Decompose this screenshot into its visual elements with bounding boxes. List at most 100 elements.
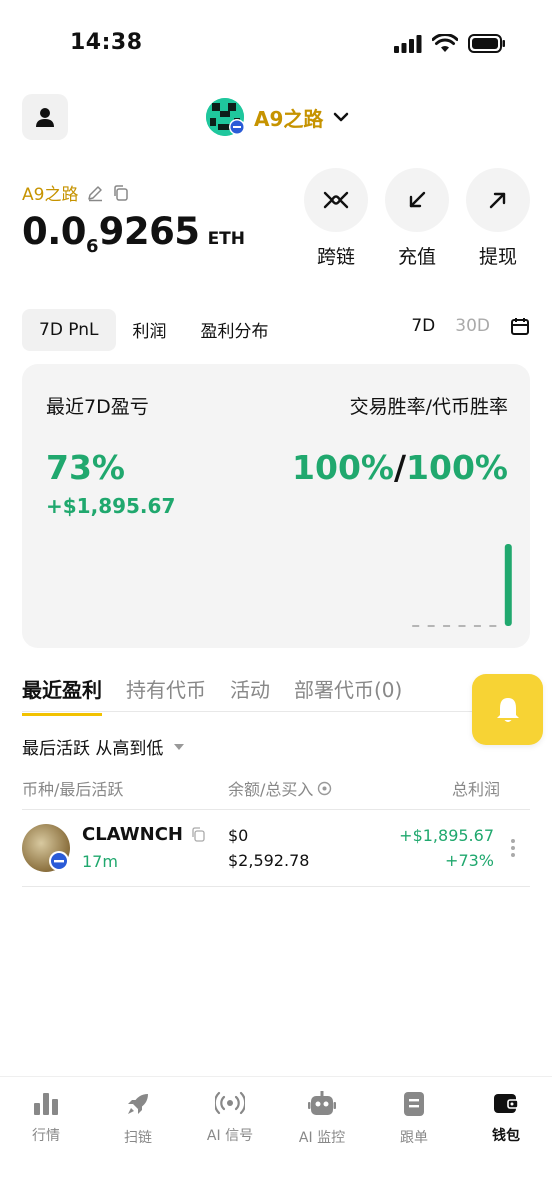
pnl-stats-card: 最近7D盈亏 交易胜率/代币胜率 73% +$1,895.67 100%/100… (22, 364, 530, 648)
column-headers: 币种/最后活跃 余额/总买入 总利润 (22, 776, 500, 800)
nav-ai-monitor[interactable]: AI 监控 (276, 1091, 368, 1147)
rocket-icon (128, 1094, 148, 1114)
nav-copy-trade[interactable]: 跟单 (368, 1091, 460, 1147)
bridge-button-circle (304, 168, 368, 232)
pnl-bar-zero (443, 625, 451, 627)
more-vertical-icon[interactable] (510, 838, 516, 858)
tab-activity[interactable]: 活动 (230, 674, 270, 716)
bridge-icon (323, 191, 349, 209)
pnl-usd: +$1,895.67 (46, 494, 176, 518)
profile-button[interactable] (22, 94, 68, 140)
nav-ai-monitor-label: AI 监控 (298, 1130, 346, 1146)
col-balance-header[interactable]: 余额/总买入 (228, 776, 332, 800)
balance-display: 0.0 6 9265 ETH (22, 210, 245, 257)
withdraw-button[interactable]: 提现 (466, 168, 530, 269)
tab-recent-profit[interactable]: 最近盈利 (22, 674, 102, 716)
tab-7d-pnl[interactable]: 7D PnL (22, 308, 116, 351)
bridge-label: 跨链 (316, 246, 355, 268)
nav-copy-trade-label: 跟单 (400, 1130, 428, 1146)
balance-zero-count: 6 (86, 236, 99, 257)
user-icon (36, 108, 54, 127)
market-chart-icon (34, 1093, 58, 1115)
col-token-header: 币种/最后活跃 (22, 780, 124, 799)
nav-scan-label: 扫链 (124, 1130, 152, 1146)
wifi-icon (432, 34, 458, 52)
range-30d[interactable]: 30D (455, 316, 490, 336)
tab-holdings[interactable]: 持有代币 (126, 674, 206, 716)
chevron-down-icon (334, 112, 349, 122)
bridge-button[interactable]: 跨链 (304, 168, 368, 269)
sort-label: 最后活跃 从高到低 (22, 739, 164, 759)
nav-scan[interactable]: 扫链 (92, 1091, 184, 1147)
signal-icon (215, 1091, 245, 1115)
alerts-button[interactable] (472, 674, 543, 745)
token-balance: $0 (228, 826, 249, 845)
tab-profit-distribution[interactable]: 盈利分布 (184, 306, 286, 353)
deposit-label: 充值 (397, 246, 436, 268)
col-pnl-header: 总利润 (451, 780, 500, 799)
winrate-label: 交易胜率/代币胜率 (349, 396, 508, 418)
cellular-signal-icon (394, 34, 422, 53)
pnl-bar-zero (412, 625, 420, 627)
copy-icon[interactable] (112, 184, 130, 202)
token-winrate: 100% (406, 448, 508, 487)
list-divider (22, 809, 530, 810)
balance-digits: 9265 (98, 210, 200, 253)
pnl-bar (504, 544, 512, 626)
table-row[interactable]: CLAWNCH 17m $0 $2,592.78 +$1,895.67 +73% (22, 820, 530, 884)
pnl-bar-zero (473, 625, 481, 627)
bell-icon (496, 697, 519, 722)
status-icons (394, 34, 506, 53)
status-time: 14:38 (70, 30, 143, 55)
sort-selector[interactable]: 最后活跃 从高到低 (22, 734, 185, 759)
token-total-buy: $2,592.78 (228, 851, 310, 870)
withdraw-label: 提现 (478, 246, 517, 268)
pnl-label: 最近7D盈亏 (46, 396, 149, 418)
wallet-icon (494, 1094, 519, 1113)
pnl-tabs: 7D PnL 利润 盈利分布 (22, 306, 286, 353)
nav-wallet[interactable]: 钱包 (460, 1091, 552, 1145)
calendar-icon[interactable] (510, 316, 530, 336)
target-icon (318, 781, 332, 795)
token-symbol-group: CLAWNCH (82, 824, 206, 845)
pnl-bar-zero (489, 625, 497, 627)
token-pnl-percent: +73% (445, 851, 494, 870)
chain-badge-icon (229, 119, 245, 135)
pnl-bar-zero (427, 625, 435, 627)
deposit-button-circle (385, 168, 449, 232)
winrate-values: 100%/100% (292, 448, 508, 487)
nav-wallet-label: 钱包 (492, 1128, 520, 1144)
account-name: A9之路 (22, 185, 79, 205)
token-symbol: CLAWNCH (82, 824, 183, 845)
winrate-separator: / (393, 448, 407, 487)
top-header: A9之路 (0, 94, 552, 142)
pnl-bar-chart (412, 544, 512, 627)
nav-ai-signal[interactable]: AI 信号 (184, 1091, 276, 1145)
list-tabs: 最近盈利 持有代币 活动 部署代币(0) (22, 674, 402, 716)
col-balance-label: 余额/总买入 (228, 780, 314, 799)
copy-icon[interactable] (191, 827, 206, 842)
caret-down-icon (174, 743, 185, 750)
range-7d[interactable]: 7D (411, 316, 435, 336)
withdraw-button-circle (466, 168, 530, 232)
edit-icon[interactable] (86, 184, 104, 202)
wallet-name: A9之路 (254, 106, 324, 131)
deposit-button[interactable]: 充值 (385, 168, 449, 269)
account-name-row: A9之路 (22, 180, 130, 205)
deposit-arrow-icon (409, 191, 426, 208)
chain-badge-icon (49, 851, 69, 871)
tab-deployed-tokens[interactable]: 部署代币(0) (294, 674, 402, 716)
balance-leading: 0.0 (22, 210, 87, 253)
status-bar: 14:38 (0, 0, 552, 88)
balance-unit: ETH (207, 229, 245, 249)
pnl-bar-zero (458, 625, 466, 627)
document-icon (404, 1092, 424, 1116)
battery-icon (468, 34, 505, 53)
tab-profit[interactable]: 利润 (116, 306, 184, 353)
list-divider (22, 886, 530, 887)
bottom-nav: 行情 扫链 AI 信号 AI 监控 跟单 钱包 (0, 1076, 552, 1200)
nav-market[interactable]: 行情 (0, 1091, 92, 1145)
nav-ai-signal-label: AI 信号 (206, 1128, 254, 1144)
robot-icon (308, 1091, 336, 1115)
tabs-divider (22, 711, 530, 712)
